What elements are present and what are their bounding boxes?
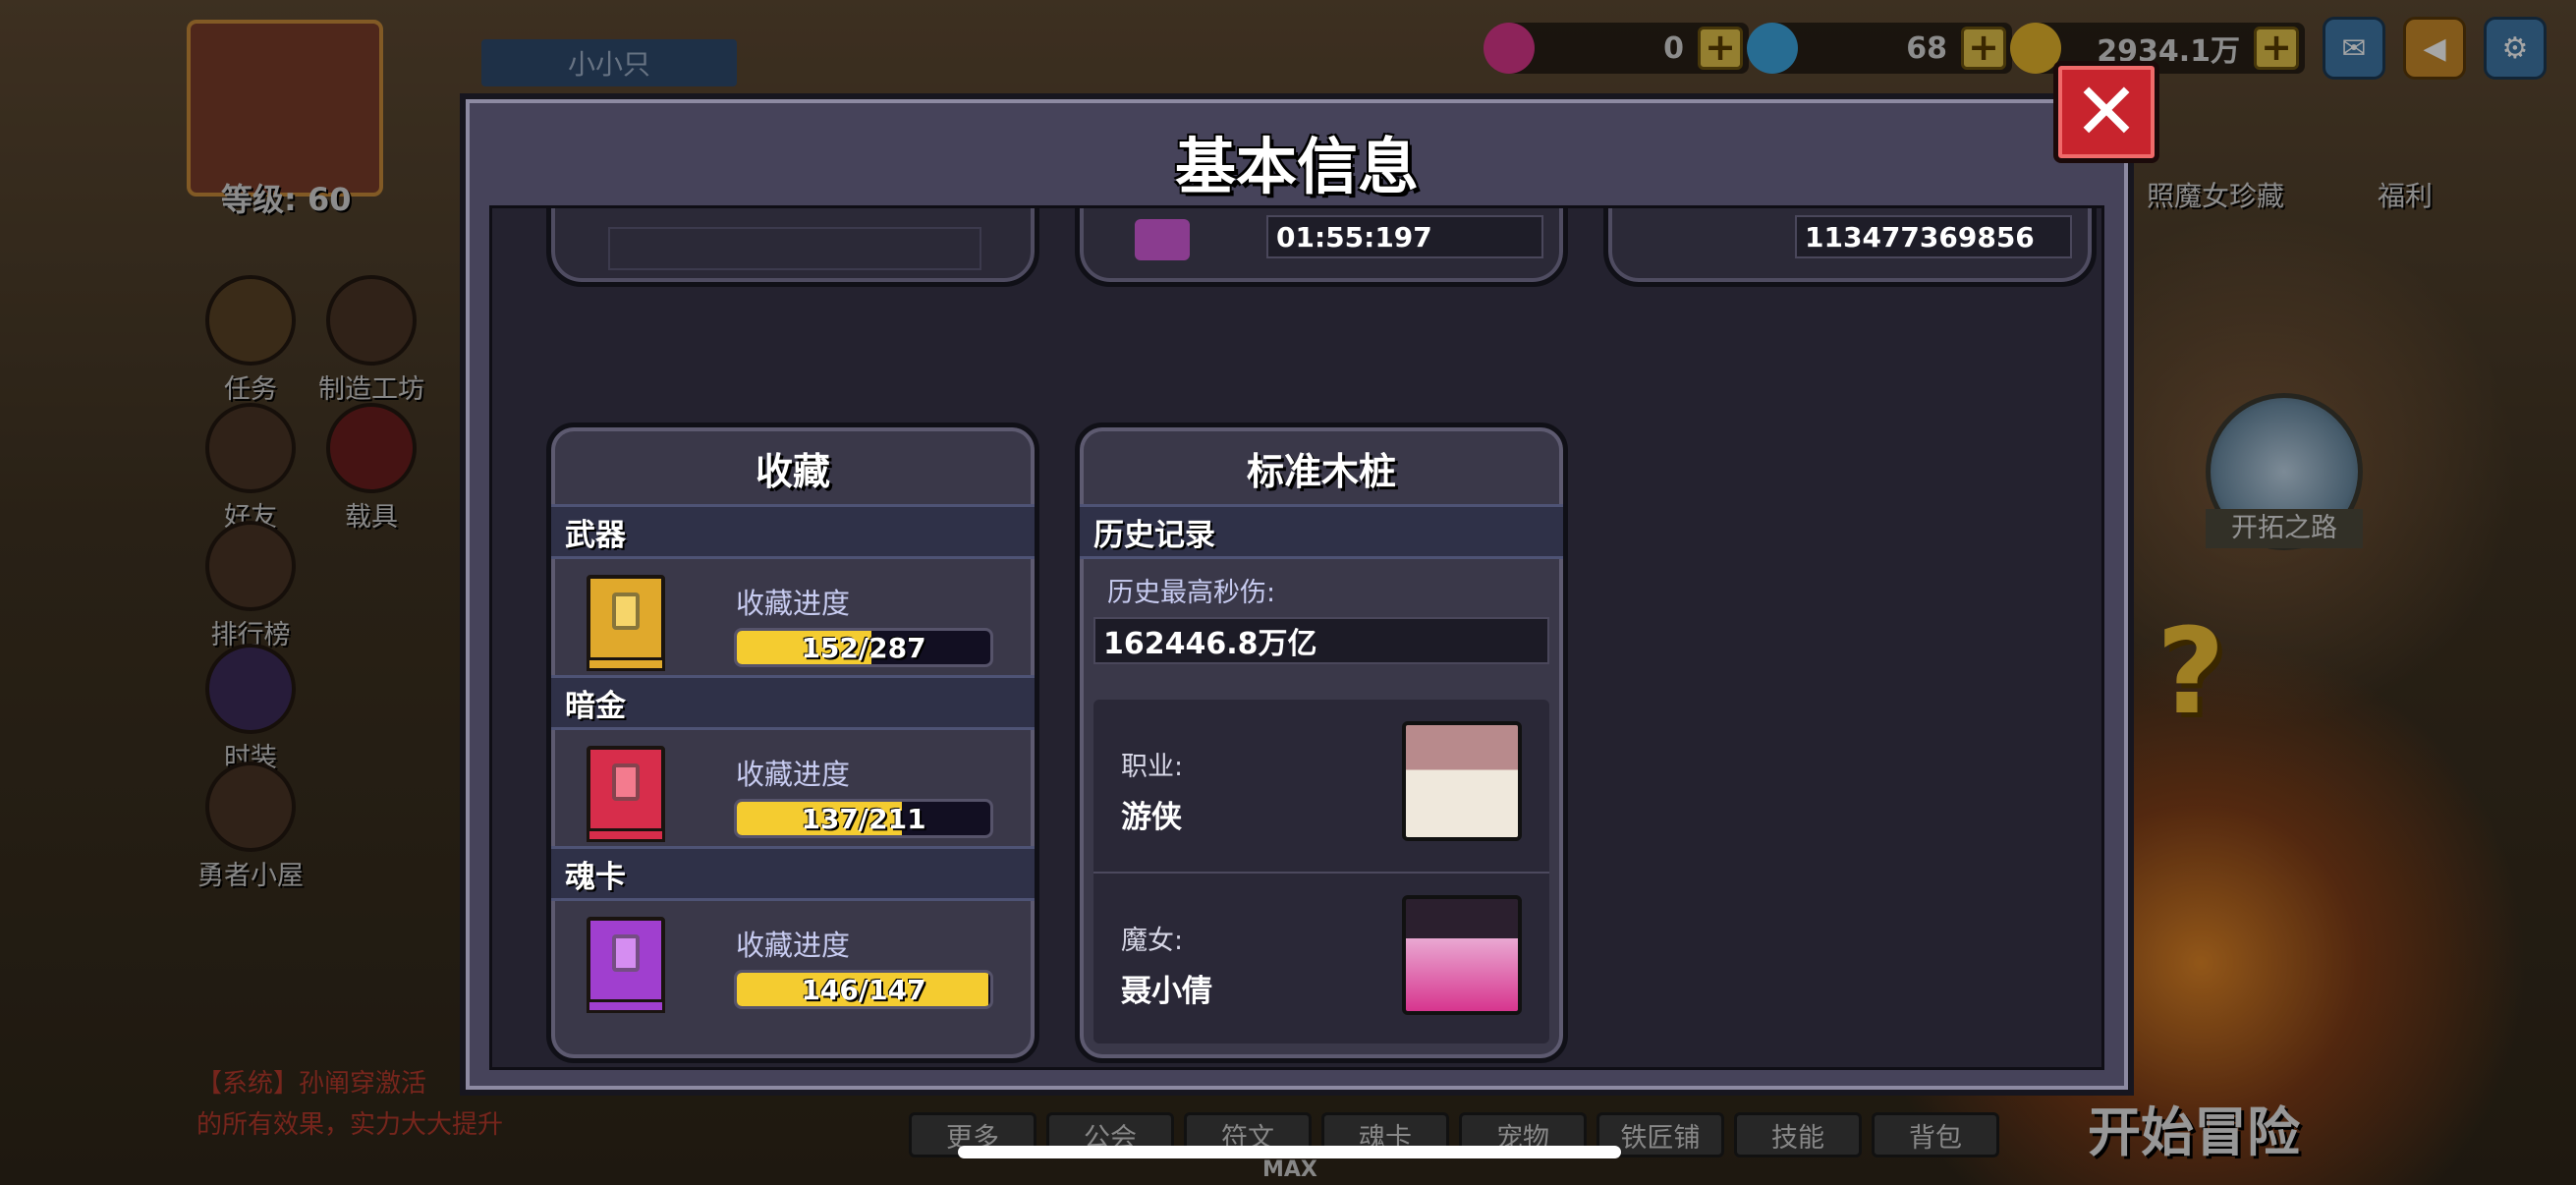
history-header: 历史记录 xyxy=(1080,504,1563,559)
max-dps-label: 历史最高秒伤: xyxy=(1107,578,1276,608)
upper-card-right: 113477369856 xyxy=(1603,208,2097,287)
home-indicator[interactable] xyxy=(958,1146,1621,1158)
collection-card: 收藏 武器 收藏进度 152/287 暗金 收藏进度 137/211 魂卡 收藏… xyxy=(546,423,1039,1063)
weapon-progress-bar: 152/287 xyxy=(734,628,993,667)
witch-label: 魔女: xyxy=(1121,926,1184,956)
witch-row: 魔女: 聂小倩 xyxy=(1093,872,1549,1044)
class-row: 职业: 游侠 xyxy=(1093,700,1549,872)
close-button[interactable]: ✕ xyxy=(2053,61,2159,163)
modal-scroll-area[interactable]: 01:55:197 113477369856 收藏 武器 收藏进度 152/28… xyxy=(489,205,2104,1070)
dark-gold-progress-bar: 137/211 xyxy=(734,799,993,838)
dark-gold-collection-row: 收藏进度 137/211 xyxy=(551,730,1035,868)
role-info-box: 职业: 游侠 魔女: 聂小倩 xyxy=(1093,700,1549,1044)
soul-card-collection-row: 收藏进度 146/147 xyxy=(551,901,1035,1039)
witch-value: 聂小倩 xyxy=(1121,974,1212,1009)
soul-card-book-icon xyxy=(587,917,665,1013)
dark-gold-progress-text: 137/211 xyxy=(801,802,926,835)
upper-right-icon xyxy=(1644,227,1752,245)
dark-gold-progress-label: 收藏进度 xyxy=(736,758,851,791)
ranger-avatar[interactable] xyxy=(1402,721,1522,841)
basic-info-modal: 基本信息 01:55:197 113477369856 收藏 武器 收藏进度 1… xyxy=(460,93,2134,1096)
weapon-progress-label: 收藏进度 xyxy=(736,587,851,620)
upper-right-field: 113477369856 xyxy=(1795,215,2072,258)
training-dummy-title: 标准木桩 xyxy=(1246,449,1396,493)
upper-card-left xyxy=(546,208,1039,287)
witch-avatar[interactable] xyxy=(1402,895,1522,1015)
soul-card-progress-label: 收藏进度 xyxy=(736,929,851,962)
weapon-collection-row: 收藏进度 152/287 xyxy=(551,559,1035,697)
upper-left-field xyxy=(608,227,981,270)
weapon-section-header: 武器 xyxy=(551,504,1035,559)
max-dps-value: 162446.8万亿 xyxy=(1093,617,1549,664)
dark-gold-book-icon xyxy=(587,746,665,842)
soul-card-progress-text: 146/147 xyxy=(801,973,926,1006)
soul-card-progress-bar: 146/147 xyxy=(734,970,993,1009)
modal-title: 基本信息 xyxy=(1174,131,1419,202)
upper-card-middle: 01:55:197 xyxy=(1075,208,1568,287)
class-label: 职业: xyxy=(1121,752,1184,782)
class-value: 游侠 xyxy=(1121,800,1182,835)
upper-middle-field: 01:55:197 xyxy=(1266,215,1543,258)
weapon-book-icon xyxy=(587,575,665,671)
weapon-progress-text: 152/287 xyxy=(801,631,926,664)
game-screen: 小小只 等级: 60 任务 制造工坊 好友 载具 排行榜 时装 勇者小屋 【系统… xyxy=(0,0,2576,1185)
training-dummy-card: 标准木桩 历史记录 历史最高秒伤: 162446.8万亿 职业: 游侠 魔女: … xyxy=(1075,423,1568,1063)
upper-middle-avatar xyxy=(1135,219,1190,260)
collection-title: 收藏 xyxy=(755,449,830,493)
